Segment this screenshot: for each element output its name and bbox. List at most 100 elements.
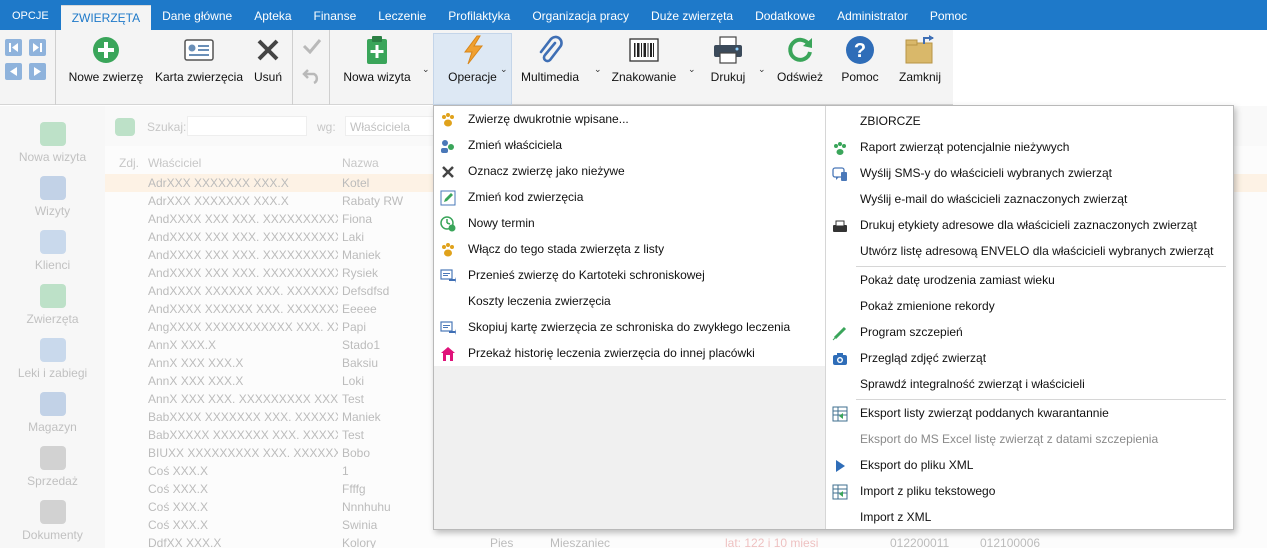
menu-administrator[interactable]: Administrator	[826, 5, 919, 27]
multimedia-button[interactable]: Multimedia	[518, 34, 582, 98]
help-button[interactable]: ? Pomoc	[837, 34, 883, 98]
menu-item[interactable]: Drukuj etykiety adresowe dla właścicieli…	[826, 212, 1233, 238]
animal-name-cell: Nnnhuhu	[342, 500, 391, 514]
menu-item[interactable]: Pokaż zmienione rekordy	[826, 293, 1233, 319]
table-row[interactable]: AngXXXX XXXXXXXXXXX XXX. XXX Papi	[105, 318, 435, 336]
sidebar-item-visits[interactable]: Wizyty	[0, 176, 105, 218]
menu-item[interactable]: Sprawdź integralność zwierząt i właścici…	[826, 371, 1233, 397]
menu-item[interactable]: Eksport listy zwierząt poddanych kwarant…	[826, 400, 1233, 426]
search-by-select[interactable]: Właściciela	[345, 116, 435, 136]
menu-dodatkowe[interactable]: Dodatkowe	[744, 5, 826, 27]
close-button[interactable]: Zamknij	[894, 34, 946, 98]
animal-name-cell: Fiona	[342, 212, 373, 226]
first-record-icon[interactable]	[5, 39, 22, 56]
menu-item[interactable]: Przenieś zwierzę do Kartoteki schronisko…	[434, 262, 825, 288]
menu-item[interactable]: Raport zwierząt potencjalnie nieżywych	[826, 134, 1233, 160]
table-row[interactable]: AnnX XXX XXX. XXXXXXXXX XXX Test	[105, 390, 435, 408]
table-row[interactable]: AnnX XXX XXX.X Loki	[105, 372, 435, 390]
menu-leczenie[interactable]: Leczenie	[367, 5, 437, 27]
menu-item[interactable]: Import z pliku tekstowego	[826, 478, 1233, 504]
paw-search-icon	[115, 118, 135, 136]
sidebar-item-animals[interactable]: Zwierzęta	[0, 284, 105, 326]
menu-item[interactable]: Utwórz listę adresową ENVELO dla właścic…	[826, 238, 1233, 264]
table-row[interactable]: DdfXX XXX.X Kolory	[105, 534, 435, 548]
undo-icon[interactable]	[302, 66, 322, 87]
menu-item[interactable]: Włącz do tego stada zwierzęta z listy	[434, 236, 825, 262]
menu-duze-zwierzeta[interactable]: Duże zwierzęta	[640, 5, 744, 27]
animal-card-button[interactable]: Karta zwierzęcia	[154, 34, 244, 98]
menu-apteka[interactable]: Apteka	[243, 5, 302, 27]
menu-item[interactable]: Nowy termin	[434, 210, 825, 236]
menu-item[interactable]: Zmień kod zwierzęcia	[434, 184, 825, 210]
table-row[interactable]: AndXXXX XXX XXX. XXXXXXXXXXXXX Fiona	[105, 210, 435, 228]
last-record-icon[interactable]	[29, 39, 46, 56]
table-row[interactable]: AndXXXX XXXXXX XXX. XXXXXXXXXXX Eeeee	[105, 300, 435, 318]
table-row[interactable]: AdrXXX XXXXXXX XXX.X Rabaty RW	[105, 192, 435, 210]
table-row[interactable]: AndXXXX XXX XXX. XXXXXXXXXXXXX Laki	[105, 228, 435, 246]
menu-item-label: Eksport do MS Excel listę zwierząt z dat…	[860, 432, 1159, 446]
operations-dropdown-arrow[interactable]: ⌄	[500, 64, 508, 75]
next-record-icon[interactable]	[29, 63, 46, 80]
new-visit-button[interactable]: Nowa wizyta	[342, 34, 412, 98]
menu-item[interactable]: Przegląd zdjęć zwierząt	[826, 345, 1233, 371]
marking-button[interactable]: Znakowanie	[610, 34, 678, 98]
menu-item[interactable]: Skopiuj kartę zwierzęcia ze schroniska d…	[434, 314, 825, 340]
menu-item[interactable]: Zmień właściciela	[434, 132, 825, 158]
menu-profilaktyka[interactable]: Profilaktyka	[437, 5, 521, 27]
menu-item[interactable]: Oznacz zwierzę jako nieżywe	[434, 158, 825, 184]
owner-cell: AndXXXX XXX XXX. XXXXXXXXXXXXX	[148, 212, 338, 226]
table-row[interactable]: BIUXX XXXXXXXXX XXX. XXXXXXX Bobo	[105, 444, 435, 462]
table-row[interactable]: BabXXXX XXXXXXX XXX. XXXXXXX Maniek	[105, 408, 435, 426]
menu-item[interactable]: Program szczepień	[826, 319, 1233, 345]
marking-dropdown-arrow[interactable]: ⌄	[688, 64, 696, 75]
menu-item[interactable]: Eksport do pliku XML	[826, 452, 1233, 478]
menu-item[interactable]: ZBIORCZE	[826, 108, 1233, 134]
column-header-name[interactable]: Nazwa	[342, 156, 379, 170]
print-button[interactable]: Drukuj	[706, 34, 750, 98]
confirm-check-icon[interactable]	[302, 38, 322, 57]
table-row[interactable]: BabXXXXX XXXXXXX XXX. XXXXXXX Test	[105, 426, 435, 444]
new-visit-dropdown-arrow[interactable]: ⌄	[422, 64, 430, 75]
menu-item[interactable]: Wyślij e-mail do właścicieli zaznaczonyc…	[826, 186, 1233, 212]
folder-exit-icon	[904, 34, 936, 66]
table-row[interactable]: AnnX XXX XXX.X Baksiu	[105, 354, 435, 372]
table-row[interactable]: AnnX XXX.X Stado1	[105, 336, 435, 354]
menu-item[interactable]: Import z XML	[826, 504, 1233, 530]
menu-item-label: Nowy termin	[468, 216, 535, 230]
prev-record-icon[interactable]	[5, 63, 22, 80]
column-header-owner[interactable]: Właściciel	[148, 156, 201, 170]
menu-item[interactable]: Zwierzę dwukrotnie wpisane...	[434, 106, 825, 132]
menu-item[interactable]: Pokaż datę urodzenia zamiast wieku	[826, 267, 1233, 293]
menu-pomoc[interactable]: Pomoc	[919, 5, 978, 27]
sidebar-item-clients[interactable]: Klienci	[0, 230, 105, 272]
menu-opcje[interactable]: OPCJE	[0, 5, 61, 27]
table-row[interactable]: Coś XXX.X Swinia	[105, 516, 435, 534]
sidebar-item-new-visit[interactable]: Nowa wizyta	[0, 122, 105, 164]
table-row[interactable]: Coś XXX.X Ffffg	[105, 480, 435, 498]
menu-finanse[interactable]: Finanse	[303, 5, 368, 27]
table-row[interactable]: AndXXXX XXX XXX. XXXXXXXXXXXXX Rysiek	[105, 264, 435, 282]
sidebar-item-drugs[interactable]: Leki i zabiegi	[0, 338, 105, 380]
sidebar-item-sales[interactable]: Sprzedaż	[0, 446, 105, 488]
menu-zwierzeta[interactable]: ZWIERZĘTA	[60, 5, 152, 30]
table-row[interactable]: Coś XXX.X Nnnhuhu	[105, 498, 435, 516]
menu-item[interactable]: Przekaż historię leczenia zwierzęcia do …	[434, 340, 825, 366]
search-input[interactable]	[187, 116, 307, 136]
sidebar-item-warehouse[interactable]: Magazyn	[0, 392, 105, 434]
sidebar-item-documents[interactable]: Dokumenty	[0, 500, 105, 542]
column-header-photo[interactable]: Zdj.	[119, 156, 139, 170]
menu-organizacja-pracy[interactable]: Organizacja pracy	[521, 5, 640, 27]
owner-cell: AnnX XXX XXX.X	[148, 356, 244, 370]
table-row[interactable]: AndXXXX XXX XXX. XXXXXXXXXXXXX Maniek	[105, 246, 435, 264]
menu-dane-glowne[interactable]: Dane główne	[151, 5, 243, 27]
multimedia-dropdown-arrow[interactable]: ⌄	[594, 64, 602, 75]
refresh-button[interactable]: Odśwież	[775, 34, 825, 98]
new-animal-button[interactable]: Nowe zwierzę	[68, 34, 144, 98]
delete-button[interactable]: Usuń	[251, 34, 285, 98]
print-dropdown-arrow[interactable]: ⌄	[758, 64, 766, 75]
main-menubar: OPCJE ZWIERZĘTA Dane główne Apteka Finan…	[0, 0, 1267, 30]
menu-item[interactable]: Koszty leczenia zwierzęcia	[434, 288, 825, 314]
table-row[interactable]: Coś XXX.X 1	[105, 462, 435, 480]
table-row[interactable]: AndXXXX XXXXXX XXX. XXXXXXXXXXX Defsdfsd	[105, 282, 435, 300]
menu-item[interactable]: Wyślij SMS-y do właścicieli wybranych zw…	[826, 160, 1233, 186]
